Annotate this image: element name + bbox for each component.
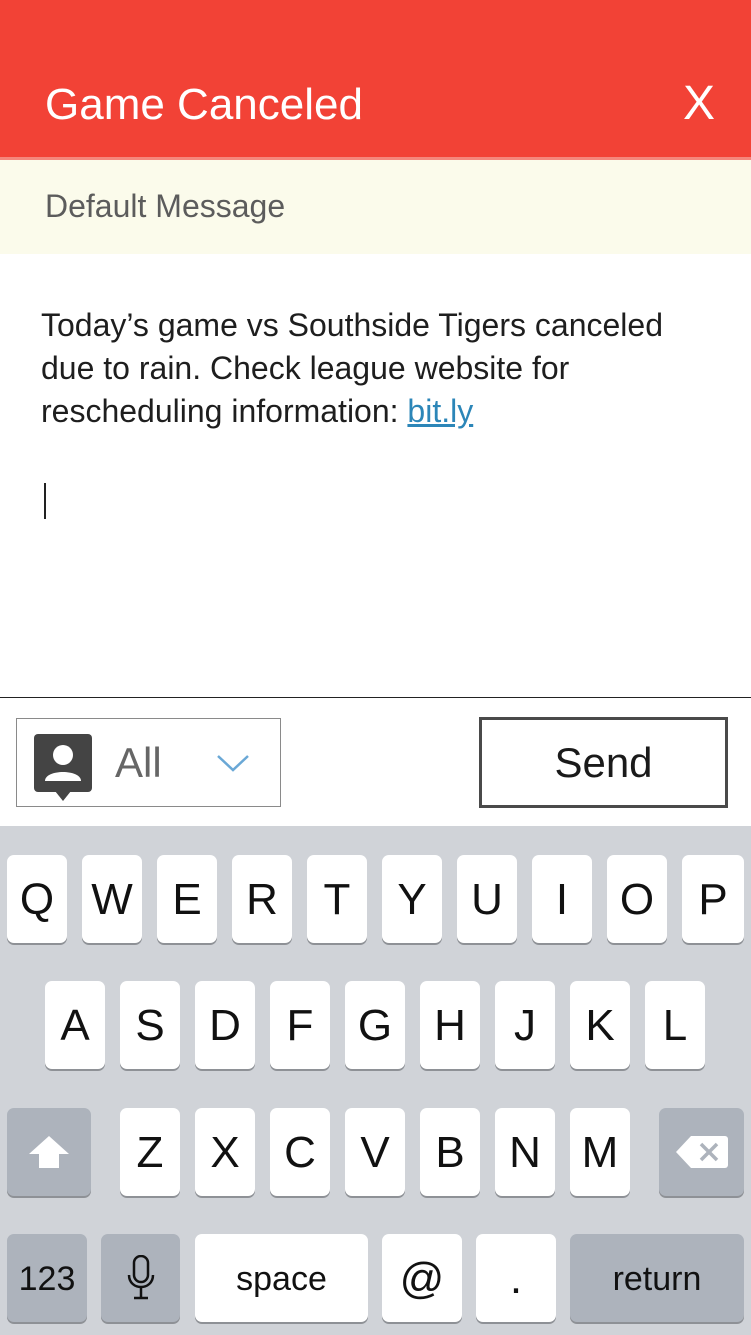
key-m[interactable]: M <box>570 1108 630 1196</box>
key-z[interactable]: Z <box>120 1108 180 1196</box>
message-link[interactable]: bit.ly <box>407 393 473 429</box>
key-b[interactable]: B <box>420 1108 480 1196</box>
key-f[interactable]: F <box>270 981 330 1069</box>
key-w[interactable]: W <box>82 855 142 943</box>
shift-key[interactable] <box>7 1108 91 1196</box>
close-button[interactable]: X <box>683 76 715 132</box>
message-body[interactable]: Today’s game vs Southside Tigers cancele… <box>41 304 721 433</box>
dictation-key[interactable] <box>101 1234 180 1322</box>
send-button[interactable]: Send <box>479 717 728 808</box>
key-r[interactable]: R <box>232 855 292 943</box>
period-key[interactable]: . <box>476 1234 556 1322</box>
key-k[interactable]: K <box>570 981 630 1069</box>
shift-icon <box>29 1136 69 1168</box>
key-d[interactable]: D <box>195 981 255 1069</box>
template-label: Default Message <box>45 188 286 224</box>
key-i[interactable]: I <box>532 855 592 943</box>
key-n[interactable]: N <box>495 1108 555 1196</box>
key-h[interactable]: H <box>420 981 480 1069</box>
key-p[interactable]: P <box>682 855 744 943</box>
page-title: Game Canceled <box>45 80 363 129</box>
template-bar[interactable]: Default Message <box>0 160 751 254</box>
message-text: Today’s game vs Southside Tigers cancele… <box>41 307 663 429</box>
backspace-key[interactable] <box>659 1108 744 1196</box>
key-o[interactable]: O <box>607 855 667 943</box>
key-e[interactable]: E <box>157 855 217 943</box>
text-cursor <box>44 483 46 519</box>
key-c[interactable]: C <box>270 1108 330 1196</box>
key-g[interactable]: G <box>345 981 405 1069</box>
divider <box>0 697 751 698</box>
recipient-dropdown[interactable]: All <box>16 718 281 807</box>
at-key[interactable]: @ <box>382 1234 462 1322</box>
key-l[interactable]: L <box>645 981 705 1069</box>
microphone-icon <box>127 1255 154 1300</box>
contact-icon <box>33 733 93 808</box>
recipient-label: All <box>115 739 162 786</box>
chevron-down-icon <box>216 753 250 778</box>
app-header: Game Canceled X <box>0 0 751 160</box>
key-q[interactable]: Q <box>7 855 67 943</box>
key-t[interactable]: T <box>307 855 367 943</box>
key-j[interactable]: J <box>495 981 555 1069</box>
return-key[interactable]: return <box>570 1234 744 1322</box>
backspace-icon <box>675 1136 728 1168</box>
key-v[interactable]: V <box>345 1108 405 1196</box>
space-key[interactable]: space <box>195 1234 368 1322</box>
numbers-key[interactable]: 123 <box>7 1234 87 1322</box>
keyboard: Q W E R T Y U I O P A S D F G H J K L Z … <box>0 826 751 1335</box>
key-y[interactable]: Y <box>382 855 442 943</box>
key-x[interactable]: X <box>195 1108 255 1196</box>
key-u[interactable]: U <box>457 855 517 943</box>
key-s[interactable]: S <box>120 981 180 1069</box>
key-a[interactable]: A <box>45 981 105 1069</box>
